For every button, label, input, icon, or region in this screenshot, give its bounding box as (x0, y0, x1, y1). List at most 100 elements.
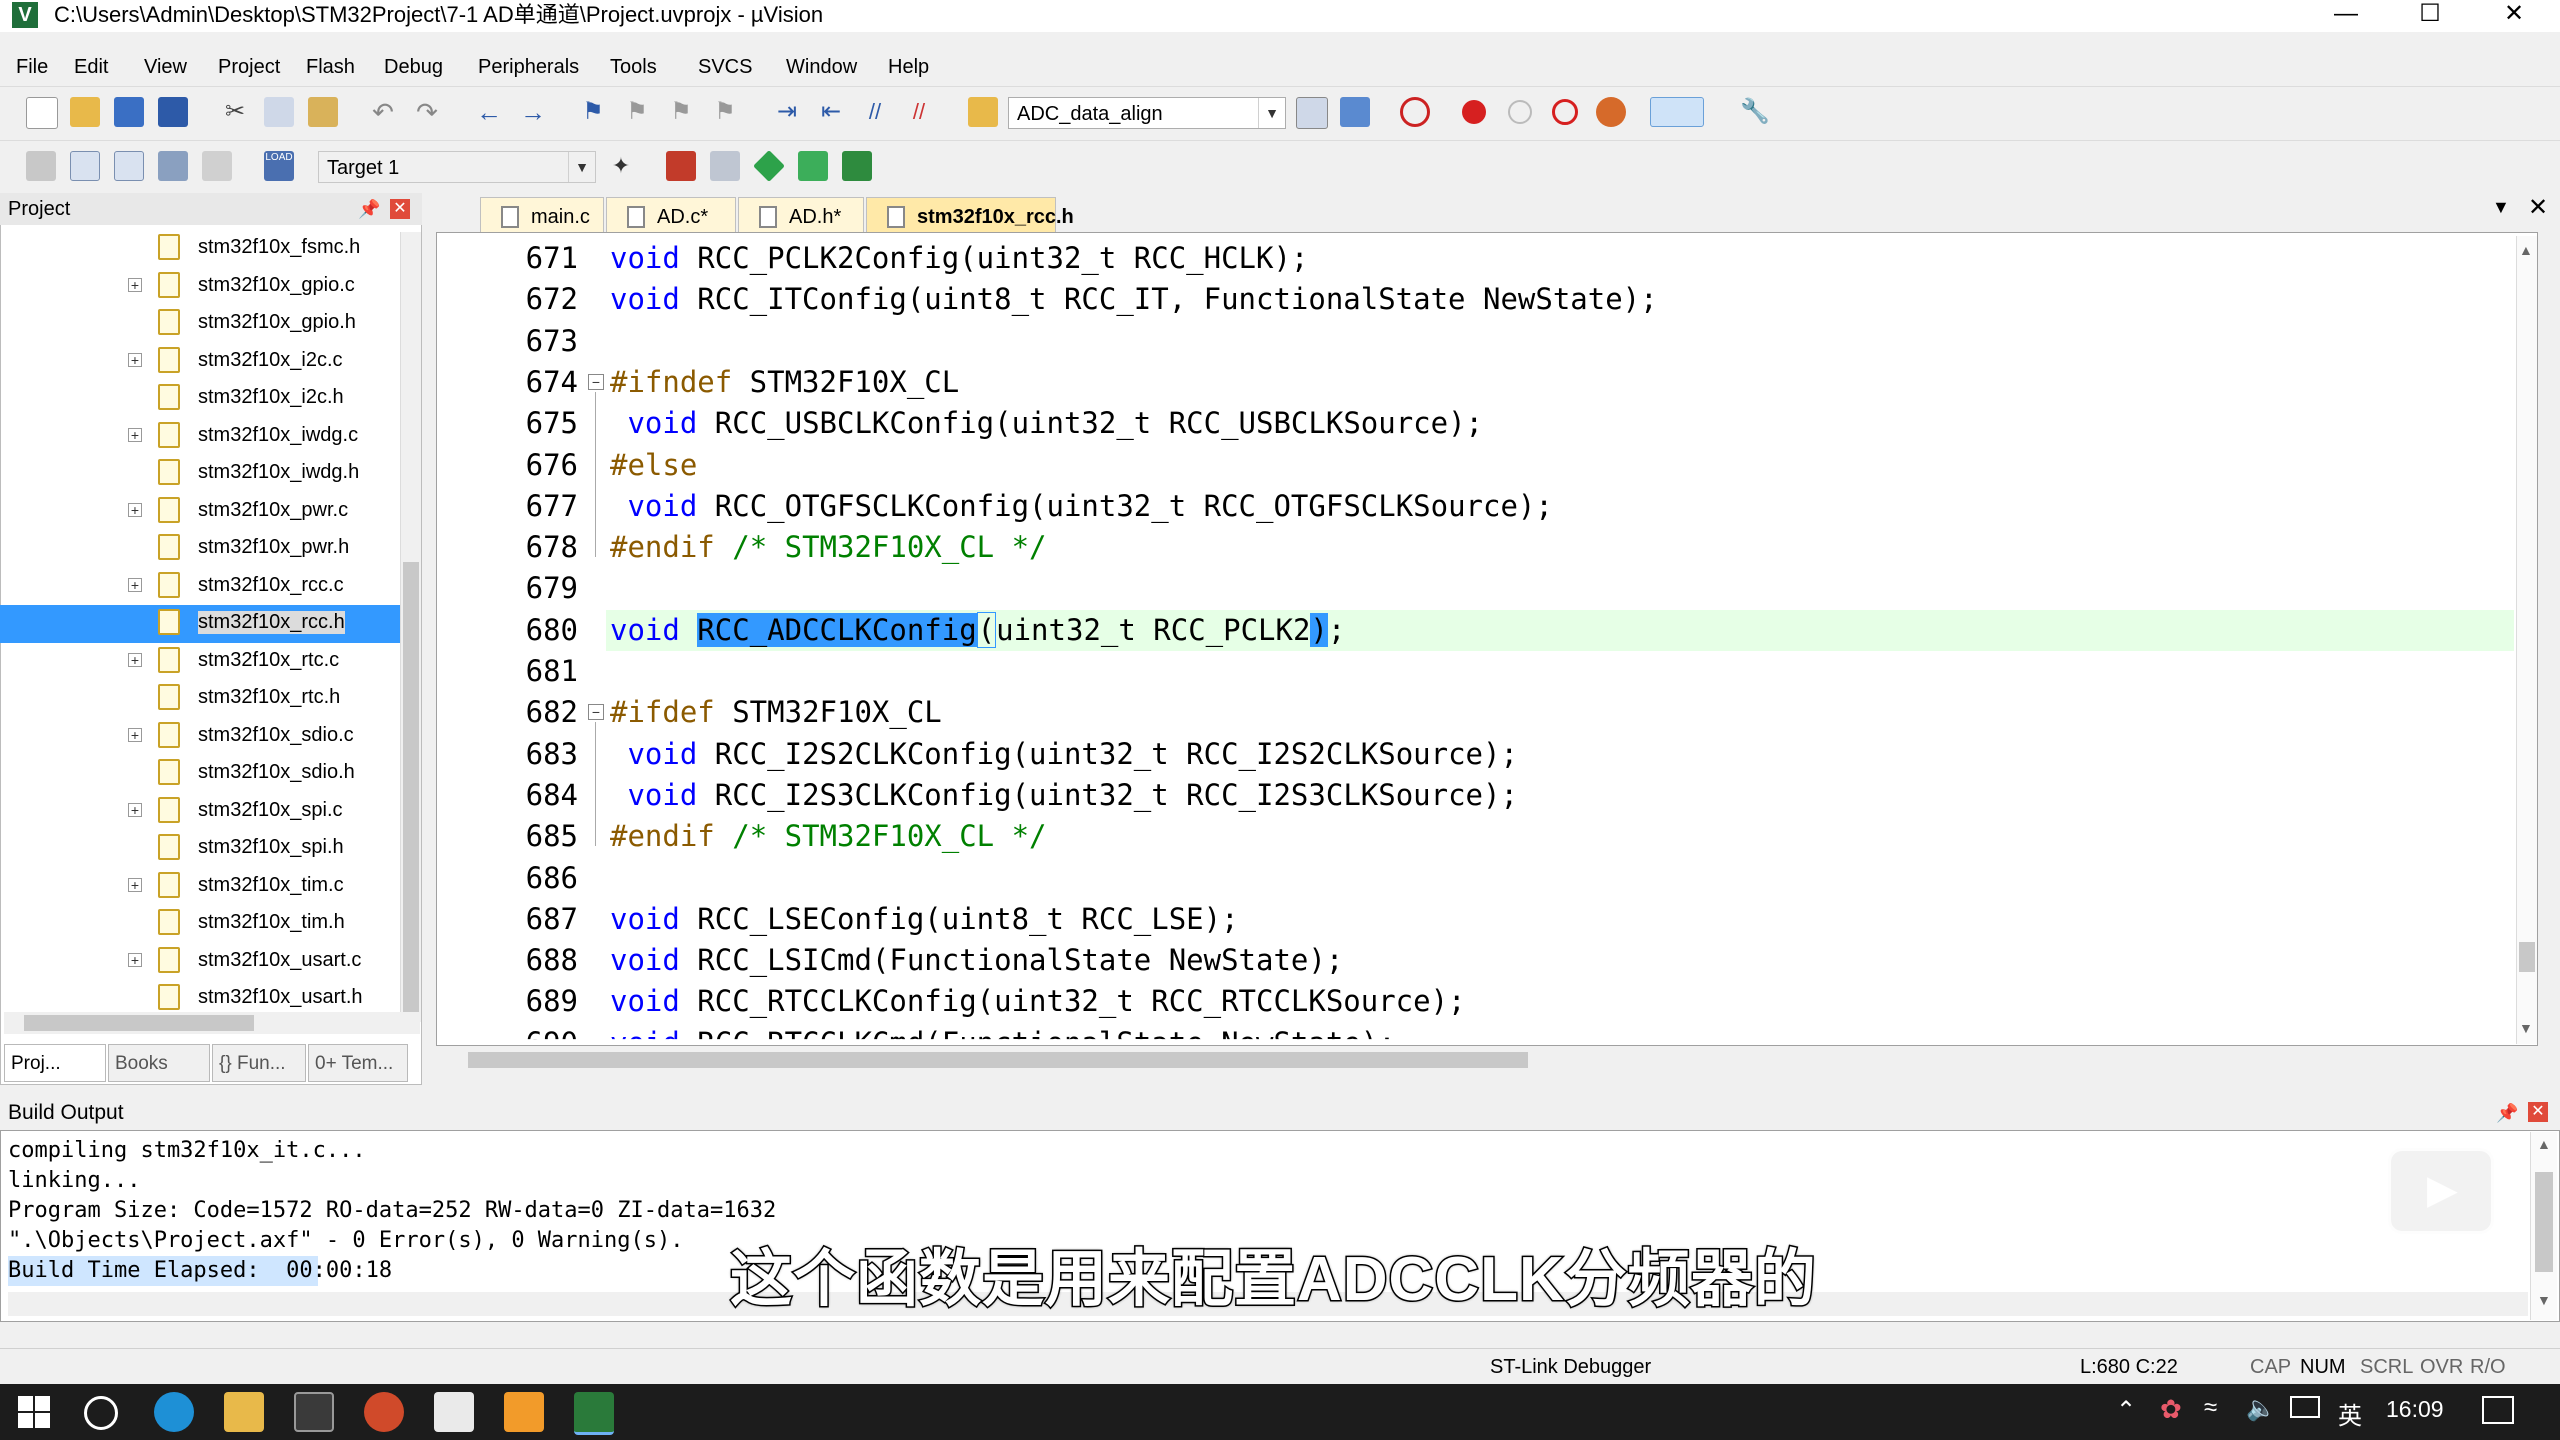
maximize-button[interactable]: ☐ (2390, 0, 2470, 32)
tree-item[interactable]: stm32f10x_tim.h (0, 905, 400, 943)
orange-app-icon[interactable] (504, 1392, 544, 1432)
pin-icon[interactable]: 📌 (2496, 1096, 2518, 1130)
start-icon[interactable] (18, 1396, 50, 1428)
battery-icon[interactable] (2290, 1396, 2320, 1418)
copy-icon[interactable] (264, 97, 294, 127)
tree-item[interactable]: stm32f10x_fsmc.h (0, 230, 400, 268)
menu-view[interactable]: View (138, 50, 193, 84)
expand-plus-icon[interactable]: + (128, 577, 142, 592)
project-scrollbar[interactable] (400, 232, 421, 1022)
menu-file[interactable]: File (10, 50, 54, 84)
uncomment-icon[interactable]: // (904, 97, 934, 127)
volume-icon[interactable]: 🔈 (2246, 1394, 2276, 1423)
keil-uvision-icon[interactable] (574, 1392, 614, 1435)
stop-build-icon[interactable] (202, 151, 232, 181)
tree-item[interactable]: + stm32f10x_usart.c (0, 943, 400, 981)
ime-indicator[interactable]: 英 (2338, 1396, 2362, 1431)
menu-svcs[interactable]: SVCS (692, 50, 758, 84)
play-icon[interactable]: ▶ (2427, 1167, 2458, 1213)
menu-debug[interactable]: Debug (378, 50, 449, 84)
breakpoint-enable-icon[interactable] (1508, 100, 1532, 124)
unindent-icon[interactable]: ⇤ (816, 97, 846, 127)
breakpoint-kill-icon[interactable] (1596, 97, 1626, 127)
nav-back-icon[interactable]: ← (474, 97, 504, 127)
menu-window[interactable]: Window (780, 50, 863, 84)
file-extensions-icon[interactable] (666, 151, 696, 181)
scroll-down-icon[interactable]: ▼ (2519, 1020, 2533, 1036)
tree-item[interactable]: stm32f10x_iwdg.h (0, 455, 400, 493)
target-options-icon[interactable]: ✦ (606, 151, 636, 181)
save-icon[interactable] (114, 97, 144, 127)
menu-peripherals[interactable]: Peripherals (472, 50, 585, 84)
fold-minus-icon[interactable]: − (588, 373, 604, 390)
cut-icon[interactable]: ✂ (220, 97, 250, 127)
tree-item[interactable]: + stm32f10x_i2c.c (0, 343, 400, 381)
tree-item[interactable]: + stm32f10x_pwr.c (0, 493, 400, 531)
editor-tab-1[interactable]: AD.c* (606, 197, 736, 235)
wrench-icon[interactable]: 🔧 (1740, 97, 1770, 127)
search-icon[interactable] (84, 1396, 118, 1430)
pack-installer-icon[interactable] (798, 151, 828, 181)
editor-vscrollbar[interactable]: ▲ ▼ (2516, 236, 2537, 1044)
save-all-icon[interactable] (158, 97, 188, 127)
tree-item[interactable]: stm32f10x_i2c.h (0, 380, 400, 418)
project-tab-1[interactable]: Books (108, 1044, 210, 1082)
tree-item[interactable]: stm32f10x_rcc.h (0, 605, 400, 643)
editor-vscrollbar-thumb[interactable] (2519, 942, 2535, 972)
tree-item[interactable]: + stm32f10x_gpio.c (0, 268, 400, 306)
tab-list-chevron-icon[interactable]: ▼ (2492, 197, 2510, 218)
project-tab-2[interactable]: {} Fun... (212, 1044, 306, 1082)
expand-plus-icon[interactable]: + (128, 727, 142, 742)
tree-item[interactable]: stm32f10x_sdio.h (0, 755, 400, 793)
breakpoint-insert-icon[interactable] (1462, 100, 1486, 124)
manage-components-icon[interactable] (710, 151, 740, 181)
rebuild-icon[interactable] (114, 151, 144, 181)
network-icon[interactable]: ≈ (2204, 1394, 2217, 1422)
bookmark-prev-icon[interactable]: ⚑ (622, 97, 652, 127)
build-vscrollbar[interactable]: ▲ ▼ (2530, 1132, 2557, 1320)
find-combo[interactable]: ADC_data_align ▼ (1008, 97, 1286, 129)
bookmark-clear-icon[interactable]: ⚑ (710, 97, 740, 127)
bookmark-next-icon[interactable]: ⚑ (666, 97, 696, 127)
find-in-files-icon[interactable] (968, 97, 998, 127)
video-play-overlay[interactable]: ▶ (2388, 1148, 2494, 1234)
open-folder-icon[interactable] (70, 97, 100, 127)
incremental-find-icon[interactable] (1340, 97, 1370, 127)
undo-icon[interactable]: ↶ (368, 97, 398, 127)
nav-forward-icon[interactable]: → (518, 97, 548, 127)
tree-item[interactable]: + stm32f10x_iwdg.c (0, 418, 400, 456)
editor-hscrollbar-thumb[interactable] (468, 1052, 1528, 1068)
menu-flash[interactable]: Flash (300, 50, 361, 84)
breakpoint-disable-icon[interactable] (1552, 99, 1578, 125)
powerpoint-icon[interactable] (364, 1392, 404, 1432)
close-button[interactable]: ✕ (2474, 0, 2554, 32)
notifications-icon[interactable] (2482, 1396, 2514, 1424)
download-icon[interactable]: LOAD (264, 151, 294, 181)
menu-project[interactable]: Project (212, 50, 286, 84)
new-file-icon[interactable] (26, 97, 58, 129)
batch-build-icon[interactable] (158, 151, 188, 181)
chevron-down-icon[interactable]: ▼ (568, 152, 595, 182)
expand-plus-icon[interactable]: + (128, 877, 142, 892)
translate-icon[interactable] (26, 151, 56, 181)
tree-item[interactable]: + stm32f10x_sdio.c (0, 718, 400, 756)
menu-edit[interactable]: Edit (68, 50, 114, 84)
scroll-down-icon[interactable]: ▼ (2537, 1292, 2551, 1308)
tree-item[interactable]: stm32f10x_spi.h (0, 830, 400, 868)
chevron-down-icon[interactable]: ▼ (1258, 98, 1285, 128)
select-packs-icon[interactable] (753, 150, 785, 182)
expand-plus-icon[interactable]: + (128, 952, 142, 967)
menu-tools[interactable]: Tools (604, 50, 663, 84)
expand-plus-icon[interactable]: + (128, 427, 142, 442)
tree-item[interactable]: + stm32f10x_tim.c (0, 868, 400, 906)
project-hscrollbar[interactable] (4, 1012, 420, 1034)
comment-icon[interactable]: // (860, 97, 890, 127)
project-tab-0[interactable]: Proj... (4, 1044, 106, 1082)
file-explorer-icon[interactable] (224, 1392, 264, 1432)
redo-icon[interactable]: ↷ (412, 97, 442, 127)
window-layout-icon[interactable] (1650, 97, 1704, 127)
minimize-button[interactable]: — (2306, 0, 2386, 32)
target-combo[interactable]: Target 1 ▼ (318, 151, 596, 183)
tree-item[interactable]: stm32f10x_pwr.h (0, 530, 400, 568)
editor-tab-2[interactable]: AD.h* (738, 197, 864, 235)
